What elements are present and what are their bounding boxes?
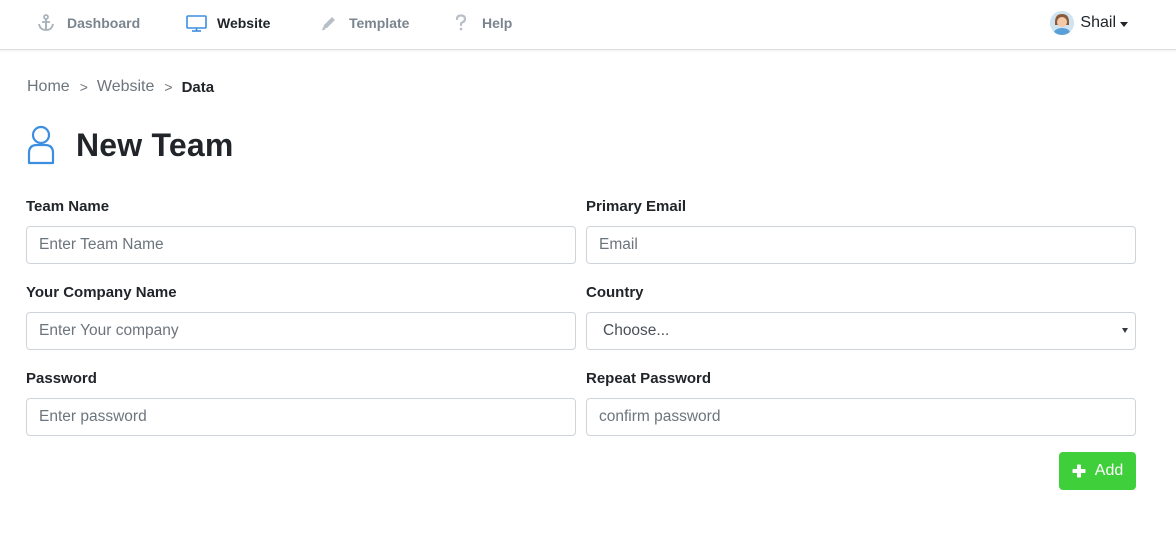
nav-item-template[interactable]: Template — [317, 0, 409, 46]
nav-label: Template — [349, 15, 410, 31]
breadcrumb-current: Data — [181, 78, 215, 96]
nav-label: Help — [482, 15, 513, 31]
company-name-input[interactable] — [26, 312, 576, 350]
chevron-down-icon — [1122, 328, 1128, 333]
add-button[interactable]: Add — [1059, 452, 1136, 490]
chevron-down-icon — [1120, 21, 1128, 27]
user-name: Shail — [1080, 14, 1116, 31]
breadcrumb: Home > Website > Data — [27, 77, 214, 97]
page-header: New Team — [25, 124, 234, 166]
password-label: Password — [26, 370, 97, 387]
plus-icon — [1072, 464, 1086, 478]
top-navbar: Dashboard Website Template Help Shail — [0, 0, 1176, 50]
repeat-password-input[interactable] — [586, 398, 1136, 436]
nav-label: Dashboard — [67, 15, 141, 31]
country-label: Country — [586, 284, 644, 301]
breadcrumb-home[interactable]: Home — [27, 78, 70, 96]
question-icon — [450, 13, 472, 33]
nav-item-dashboard[interactable]: Dashboard — [35, 0, 140, 46]
company-name-label: Your Company Name — [26, 284, 177, 301]
nav-item-website[interactable]: Website — [185, 0, 270, 46]
page-title: New Team — [76, 126, 234, 163]
monitor-icon — [185, 13, 207, 33]
user-menu[interactable]: Shail — [1050, 0, 1128, 46]
primary-email-label: Primary Email — [586, 198, 687, 215]
breadcrumb-website[interactable]: Website — [97, 78, 155, 96]
user-outline-icon — [25, 125, 57, 165]
nav-item-help[interactable]: Help — [450, 0, 512, 46]
primary-email-input[interactable] — [586, 226, 1136, 264]
team-name-label: Team Name — [26, 198, 110, 215]
breadcrumb-separator: > — [164, 79, 173, 95]
anchor-icon — [35, 13, 57, 33]
avatar — [1050, 11, 1075, 35]
team-name-input[interactable] — [26, 226, 576, 264]
breadcrumb-separator: > — [79, 79, 88, 95]
country-selected-value: Choose... — [603, 322, 670, 339]
add-button-label: Add — [1094, 462, 1124, 479]
pencil-icon — [317, 13, 339, 33]
repeat-password-label: Repeat Password — [586, 370, 712, 387]
nav-label: Website — [217, 15, 271, 31]
password-input[interactable] — [26, 398, 576, 436]
country-select[interactable]: Choose... — [586, 312, 1136, 350]
